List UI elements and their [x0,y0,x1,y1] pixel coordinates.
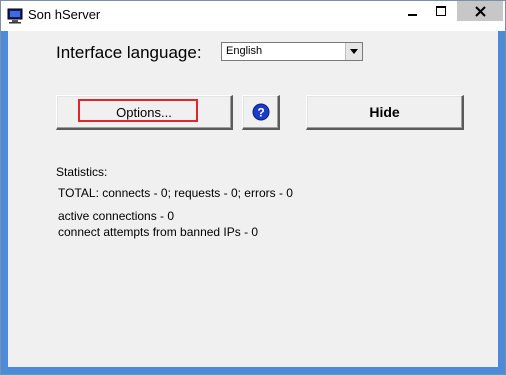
minimize-icon [408,14,417,16]
title-bar[interactable]: Son hServer [1,1,505,31]
client-area: Interface language: English Options... ?… [8,31,498,367]
language-select[interactable]: English [221,42,363,61]
statistics-active-connections: active connections - 0 [58,209,175,223]
question-icon: ? [252,103,269,121]
monitor-app-icon [7,8,23,24]
app-window: Son hServer Interface language: English [0,0,506,375]
maximize-button[interactable] [427,1,455,21]
close-button[interactable] [457,1,503,21]
window-title: Son hServer [28,7,101,22]
statistics-total: TOTAL: connects - 0; requests - 0; error… [58,186,293,200]
statistics-banned-attempts: connect attempts from banned IPs - 0 [58,225,259,239]
svg-text:?: ? [257,106,264,120]
help-button[interactable]: ? [242,95,280,130]
hide-button-label: Hide [369,104,400,120]
language-label: Interface language: [56,43,202,62]
statistics-heading: Statistics: [56,165,108,179]
maximize-icon [436,6,446,16]
hide-button[interactable]: Hide [306,95,464,130]
options-button-label: Options... [116,104,172,120]
options-button[interactable]: Options... [56,95,233,130]
language-select-value: English [226,45,263,57]
close-icon [474,5,486,17]
chevron-down-icon[interactable] [345,43,362,60]
minimize-button[interactable] [399,1,427,21]
